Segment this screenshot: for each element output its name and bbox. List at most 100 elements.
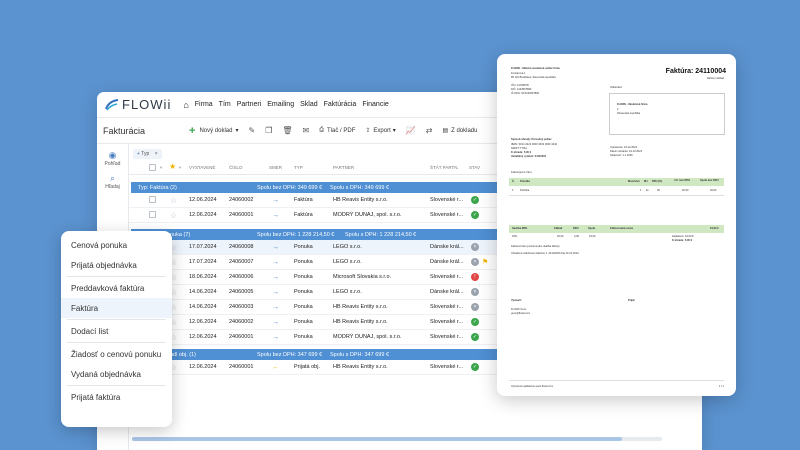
from-doc-label: Z dokladu [451,127,478,134]
row-state: Dánske král... [430,289,464,295]
items-header: J.C. bez DPH [674,179,690,182]
filter-chip[interactable]: + Typ × [133,149,162,159]
menu-item-prijata-objednavka[interactable]: Prijatá objednávka [61,255,172,275]
status-green-icon: ✓ [471,318,479,326]
row-type: Ponuka [294,274,313,280]
row-state: Dánske král... [430,259,464,265]
row-type: Ponuka [294,334,313,340]
logo-text: FLOWii [122,97,172,112]
horizontal-scrollbar[interactable] [132,437,662,441]
new-doc-label: Nový doklad [199,127,233,134]
row-type: Ponuka [294,304,313,310]
footer-text: Vytvorené aplikáciou www.flowii.com [511,385,554,388]
menu-item-preddavkova-faktura[interactable]: Preddavková faktúra [61,278,172,298]
scrollbar-thumb[interactable] [132,437,622,441]
vat-total: Zaplatené: 19,00 € [672,235,694,238]
flowii-logo[interactable]: FLOWii [105,97,171,112]
row-checkbox[interactable] [149,210,156,220]
menu-item-prijata-faktura[interactable]: Prijatá faktúra [61,387,172,407]
copy-icon[interactable]: ❐ [265,126,272,135]
row-date: 17.07.2024 [189,244,217,250]
row-date: 12.06.2024 [189,212,217,218]
star-icon[interactable]: ☆ [170,211,177,220]
nav-emailing[interactable]: Emailing [267,101,294,108]
row-date: 12.06.2024 [189,319,217,325]
chart-icon[interactable]: 📈 [406,126,416,135]
plus-icon: + [189,124,196,137]
convert-icon[interactable]: ⇄ [426,126,433,135]
divider [509,195,724,196]
filter-label: Typ [141,151,150,157]
row-number: 24060002 [229,319,254,325]
menu-item-ziadost-o-ponuku[interactable]: Žiadosť o cenovú ponuku [61,344,172,364]
print-button[interactable]: ⎙ Tlač / PDF [319,127,355,134]
status-gray-icon: × [471,258,479,266]
row-type: Ponuka [294,289,313,295]
arrow-right-icon: → [272,258,279,266]
chevron-down-icon[interactable]: ▾ [160,165,162,171]
status-green-icon: ✓ [471,211,479,219]
status-gray-icon: × [471,243,479,251]
menu-item-vydana-objednavka[interactable]: Vydaná objednávka [61,364,172,384]
supplier-line: 85 101 Bratislava, Slovenská republika [511,76,556,79]
print-label: Tlač / PDF [327,127,356,134]
view-button[interactable]: ◉ Pohľad [97,150,128,167]
row-date: 12.06.2024 [189,334,217,340]
col-number[interactable]: ČÍSLO [229,165,243,170]
row-state: Slovenské r... [430,197,464,203]
select-all-checkbox[interactable] [149,163,156,172]
arrow-right-icon: → [272,303,279,311]
menu-item-faktura[interactable]: Faktúra [61,298,172,318]
col-partner[interactable]: PARTNER [333,165,354,170]
col-state[interactable]: ŠTÁT PARTN. [430,165,459,170]
search-button[interactable]: ⌕ Hľadaj [97,173,128,190]
row-type: Prijatá obj. [294,364,320,370]
items-header: Množstvo [628,180,640,183]
nav-partneri[interactable]: Partneri [237,101,262,108]
new-doc-button[interactable]: + Nový doklad ▾ [189,125,238,137]
row-type: Ponuka [294,259,313,265]
export-label: Export [373,127,391,134]
chevron-down-icon[interactable]: ▾ [179,165,181,171]
star-icon[interactable]: ☆ [170,196,177,205]
invoice-note: Faktúra bola vytvorená ako ukážka faktúr… [511,245,561,248]
from-doc-button[interactable]: ▤ Z dokladu [442,127,478,135]
email-icon[interactable]: ✉ [303,126,310,135]
col-direction[interactable]: SMER [269,165,282,170]
menu-item-dodaci-list[interactable]: Dodací list [61,321,172,341]
row-date: 17.07.2024 [189,259,217,265]
delete-icon[interactable]: 🗑 [282,126,292,135]
home-icon[interactable]: ⌂ [183,100,188,110]
group-sum-with-vat: Spolu s DPH: 349 699 € [330,184,390,191]
group-sum-with-vat: Spolu s DPH: 347 699 € [330,351,390,358]
row-partner: LEGO s.r.o. [333,259,362,265]
invoice-preview: FLOWii - fiktívna modelová online firma … [497,54,736,396]
date-line: Vystavenie: 19.12.2024 [610,146,638,149]
customer-line: 2 [617,108,619,111]
col-status[interactable]: STAV [469,165,480,170]
nav-tim[interactable]: Tím [219,101,231,108]
edit-icon[interactable]: ✎ [248,126,255,135]
status-gray-icon: × [471,288,479,296]
group-label: nuka (7) [170,231,191,238]
close-icon[interactable]: × [155,151,158,157]
view-label: Pohľad [104,161,121,167]
menu-divider [67,342,166,343]
item-cell: ks [646,189,649,192]
export-button[interactable]: ⇪ Export ▾ [365,127,395,135]
star-header-icon[interactable]: ★ [169,162,176,171]
item-cell: 20 [657,189,660,192]
menu-item-cenova-ponuka[interactable]: Cenová ponuka [61,235,172,255]
print-icon: ⎙ [319,127,325,133]
vat-header: Sadzba DPH [512,227,528,230]
col-type[interactable]: TYP [294,165,303,170]
col-issued[interactable]: VYSTAVENÉ [189,165,215,170]
nav-financie[interactable]: Financie [362,101,388,108]
row-partner: LEGO s.r.o. [333,244,362,250]
nav-fakturacia[interactable]: Faktúrácia [324,101,357,108]
nav-sklad[interactable]: Sklad [300,101,318,108]
search-label: Hľadaj [105,184,120,190]
nav-firma[interactable]: Firma [195,101,213,108]
vat-cell: 20% [512,235,518,238]
row-checkbox[interactable] [149,195,156,205]
